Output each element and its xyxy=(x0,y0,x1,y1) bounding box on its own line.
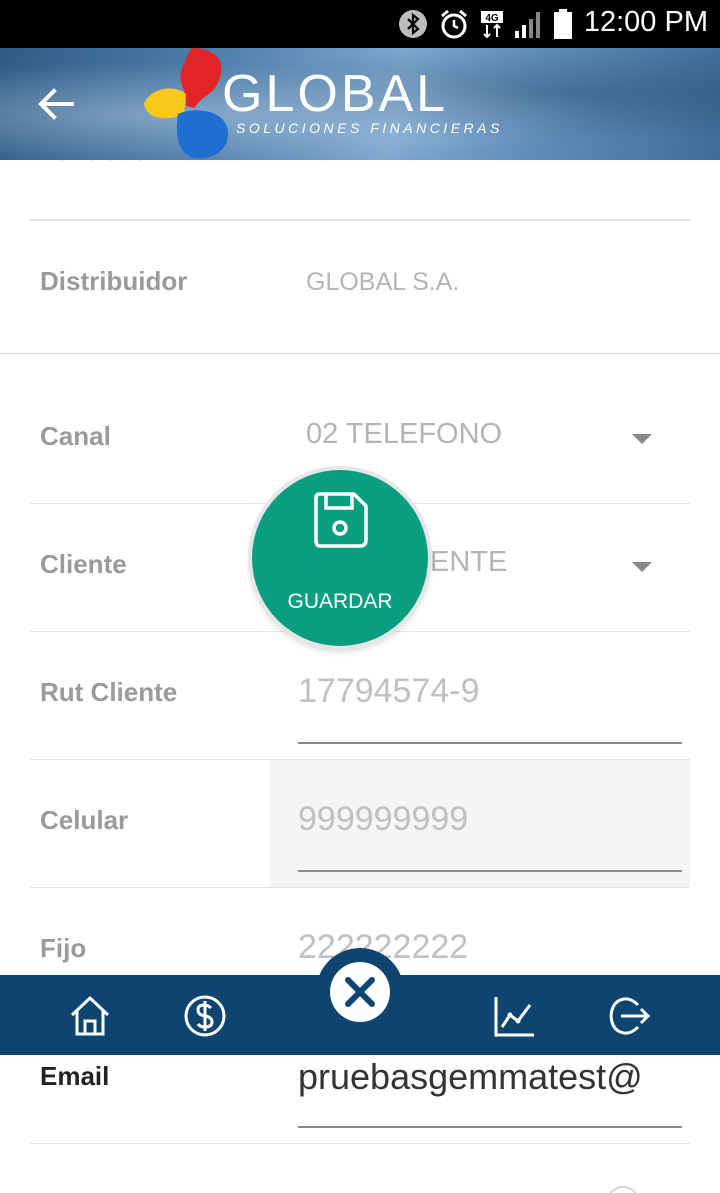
save-icon xyxy=(314,492,368,548)
close-button[interactable] xyxy=(316,948,404,1036)
rut-input[interactable]: 17794574-9 xyxy=(298,672,682,744)
distribuidor-value: GLOBAL S.A. xyxy=(306,268,460,296)
section-divider xyxy=(0,353,720,354)
signal-icon xyxy=(515,12,540,38)
4g-icon: 4G xyxy=(481,11,503,39)
status-bar: 4G 12:00 PM xyxy=(0,0,720,48)
email-input[interactable]: pruebasgemmatest@ xyxy=(298,1056,682,1128)
celular-input[interactable]: 999999999 xyxy=(298,800,682,872)
distribuidor-field: Distribuidor GLOBAL S.A. xyxy=(30,220,690,353)
dollar-icon[interactable] xyxy=(182,993,228,1039)
app-header: GLOBAL SOLUCIONES FINANCIERAS xyxy=(0,48,720,160)
save-label: GUARDAR xyxy=(287,590,393,613)
rut-row: Rut Cliente 17794574-9 xyxy=(30,632,690,760)
cliente-label: Cliente xyxy=(40,549,127,579)
canal-label: Canal xyxy=(40,421,111,451)
svg-text:4G: 4G xyxy=(485,13,499,24)
brand-tagline: SOLUCIONES FINANCIERAS xyxy=(236,120,503,136)
rut-label: Rut Cliente xyxy=(40,677,178,707)
fijo-label: Fijo xyxy=(40,933,87,963)
chart-icon[interactable] xyxy=(492,993,538,1039)
status-icons: 4G xyxy=(398,8,572,40)
save-button[interactable]: GUARDAR xyxy=(252,470,428,646)
celular-label: Celular xyxy=(40,805,129,835)
home-icon[interactable] xyxy=(67,993,113,1039)
brand-name: GLOBAL xyxy=(222,65,449,123)
cliente-dropdown-icon[interactable] xyxy=(632,562,652,572)
alarm-icon xyxy=(441,9,467,39)
logo-icon xyxy=(144,48,228,159)
email-label: Email xyxy=(40,1061,110,1091)
logout-icon[interactable] xyxy=(606,993,652,1039)
canal-dropdown-icon[interactable] xyxy=(632,434,652,444)
bluetooth-icon xyxy=(399,10,427,38)
status-time: 12:00 PM xyxy=(583,6,708,38)
battery-icon xyxy=(554,9,572,39)
cliente-select[interactable]: ENTE xyxy=(430,546,507,579)
close-button-face xyxy=(330,962,390,1022)
canal-select[interactable]: 02 TELEFONO xyxy=(306,418,502,451)
celular-row: Celular 999999999 xyxy=(30,760,690,888)
close-icon xyxy=(345,977,375,1007)
back-arrow-icon[interactable] xyxy=(36,86,76,122)
distribuidor-label: Distribuidor xyxy=(40,266,188,296)
